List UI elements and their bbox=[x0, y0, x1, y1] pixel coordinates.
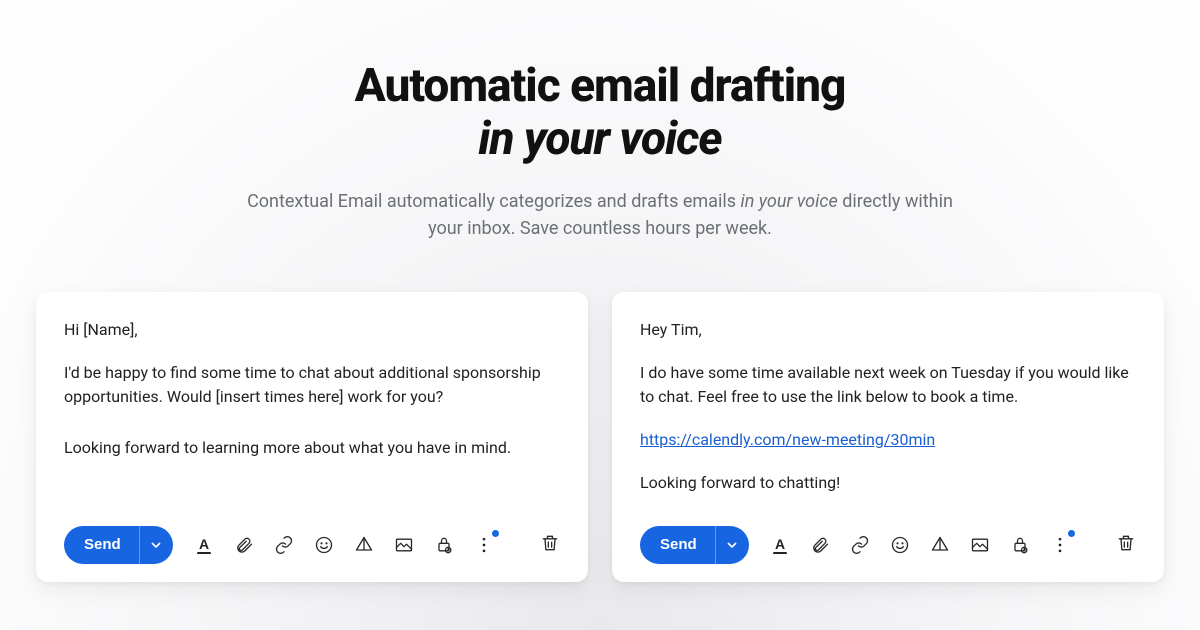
discard-icon[interactable] bbox=[1116, 533, 1136, 557]
compose-card: Hi [Name], I'd be happy to find some tim… bbox=[36, 292, 588, 582]
email-greeting: Hey Tim, bbox=[640, 318, 1136, 343]
attachment-icon[interactable] bbox=[809, 534, 831, 556]
image-icon[interactable] bbox=[969, 534, 991, 556]
email-body[interactable]: Hi [Name], I'd be happy to find some tim… bbox=[64, 318, 560, 508]
email-paragraph: I do have some time available next week … bbox=[640, 361, 1136, 411]
hero-lead: Contextual Email automatically categoriz… bbox=[230, 188, 970, 242]
image-icon[interactable] bbox=[393, 534, 415, 556]
send-group: Send bbox=[640, 526, 749, 564]
caret-down-icon bbox=[727, 540, 737, 550]
text-format-icon[interactable]: A bbox=[193, 534, 215, 556]
svg-text:A: A bbox=[775, 536, 785, 552]
compose-card: Hey Tim, I do have some time available n… bbox=[612, 292, 1164, 582]
send-button[interactable]: Send bbox=[64, 526, 139, 564]
confidential-icon[interactable] bbox=[433, 534, 455, 556]
email-link[interactable]: https://calendly.com/new-meeting/30min bbox=[640, 430, 935, 449]
link-icon[interactable] bbox=[273, 534, 295, 556]
hero-title-line1: Automatic email drafting bbox=[355, 59, 846, 113]
cards-row: Hi [Name], I'd be happy to find some tim… bbox=[0, 292, 1200, 582]
svg-text:A: A bbox=[199, 536, 209, 552]
discard-icon[interactable] bbox=[540, 533, 560, 557]
link-icon[interactable] bbox=[849, 534, 871, 556]
compose-toolbar: Send A bbox=[64, 526, 560, 564]
emoji-icon[interactable] bbox=[313, 534, 335, 556]
attachment-icon[interactable] bbox=[233, 534, 255, 556]
format-icons: A bbox=[193, 534, 495, 556]
send-button[interactable]: Send bbox=[640, 526, 715, 564]
text-format-icon[interactable]: A bbox=[769, 534, 791, 556]
emoji-icon[interactable] bbox=[889, 534, 911, 556]
email-body[interactable]: Hey Tim, I do have some time available n… bbox=[640, 318, 1136, 508]
email-greeting: Hi [Name], bbox=[64, 318, 560, 343]
hero-title-line2: in your voice bbox=[0, 113, 1200, 166]
send-options-button[interactable] bbox=[715, 526, 749, 564]
drive-icon[interactable] bbox=[929, 534, 951, 556]
send-group: Send bbox=[64, 526, 173, 564]
notification-dot bbox=[492, 530, 499, 537]
hero-title: Automatic email drafting in your voice bbox=[0, 60, 1200, 166]
format-icons: A bbox=[769, 534, 1071, 556]
more-options-icon[interactable] bbox=[473, 534, 495, 556]
send-options-button[interactable] bbox=[139, 526, 173, 564]
email-paragraph: Looking forward to learning more about w… bbox=[64, 436, 560, 461]
drive-icon[interactable] bbox=[353, 534, 375, 556]
email-paragraph: Looking forward to chatting! bbox=[640, 471, 1136, 496]
hero: Automatic email drafting in your voice C… bbox=[0, 0, 1200, 242]
email-paragraph: I'd be happy to find some time to chat a… bbox=[64, 361, 560, 411]
notification-dot bbox=[1068, 530, 1075, 537]
confidential-icon[interactable] bbox=[1009, 534, 1031, 556]
caret-down-icon bbox=[151, 540, 161, 550]
more-options-icon[interactable] bbox=[1049, 534, 1071, 556]
compose-toolbar: Send A bbox=[640, 526, 1136, 564]
